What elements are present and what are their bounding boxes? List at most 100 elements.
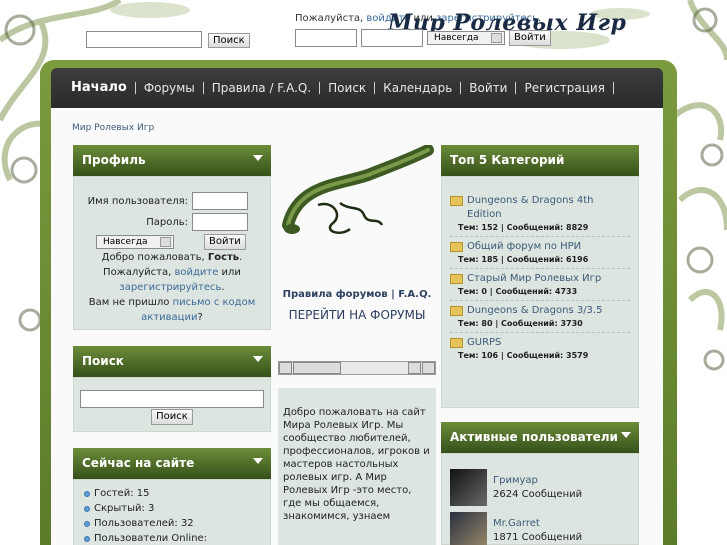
profile-panel-title: Профиль bbox=[82, 153, 146, 167]
category-link[interactable]: Dungeons & Dragons 4th Edition bbox=[467, 194, 630, 222]
period-text: . bbox=[221, 282, 225, 293]
category-stats: Тем: 80 | Сообщений: 3730 bbox=[458, 319, 583, 328]
remember-row: Навсегда Войти bbox=[74, 234, 270, 250]
search-panel-header[interactable]: Поиск bbox=[73, 346, 271, 377]
list-item: Скрытый: 3 bbox=[84, 501, 270, 516]
user-name-link[interactable]: Mr.Garret bbox=[493, 517, 582, 531]
user-name-link[interactable]: Гримуар bbox=[493, 474, 582, 488]
category-link[interactable]: Старый Мир Ролевых Игр bbox=[467, 272, 601, 286]
list-item: Гримуар 2624 Сообщений bbox=[442, 466, 638, 509]
or-text: или bbox=[218, 267, 241, 278]
profile-panel-header[interactable]: Профиль bbox=[73, 145, 271, 176]
nav-item-register[interactable]: Регистрация bbox=[516, 82, 614, 94]
search-panel: Поиск Поиск bbox=[73, 346, 271, 432]
password-row: Пароль: bbox=[74, 213, 248, 231]
online-panel-header[interactable]: Сейчас на сайте bbox=[73, 448, 271, 479]
header-remember-value: Навсегда bbox=[434, 33, 479, 43]
rules-faq-link[interactable]: Правила форумов | F.A.Q. bbox=[278, 288, 436, 301]
list-item: Mr.Garret 1871 Сообщений bbox=[442, 509, 638, 545]
active-users-panel: Активные пользователи Гримуар 2624 Сообщ… bbox=[441, 422, 639, 545]
profile-panel: Профиль Имя пользователя: Пароль: Навсег… bbox=[73, 145, 271, 330]
category-stats: Тем: 106 | Сообщений: 3579 bbox=[458, 351, 589, 360]
user-posts: 1871 Сообщений bbox=[493, 531, 583, 543]
go-to-forums-link[interactable]: ПЕРЕЙТИ НА ФОРУМЫ bbox=[278, 309, 436, 322]
search-panel-input[interactable] bbox=[80, 390, 264, 408]
bullet-icon bbox=[84, 535, 90, 542]
chevron-down-icon bbox=[491, 33, 502, 43]
profile-panel-body: Имя пользователя: Пароль: Навсегда Войти… bbox=[73, 176, 271, 330]
profile-register-link[interactable]: зарегистрируйтесь bbox=[119, 282, 221, 293]
online-list: Гостей: 15 Скрытый: 3 Пользователей: 32 … bbox=[74, 480, 270, 545]
header-remember-select[interactable]: Навсегда bbox=[427, 31, 505, 45]
category-stats: Тем: 152 | Сообщений: 8829 bbox=[458, 223, 589, 232]
list-item: Пользователей: 32 bbox=[84, 516, 270, 531]
nav-item-rules[interactable]: Правила / F.A.Q. bbox=[204, 82, 321, 94]
remember-select[interactable]: Навсегда bbox=[96, 235, 174, 249]
scroll-left-icon[interactable] bbox=[279, 362, 292, 374]
category-link[interactable]: Dungeons & Dragons 3/3.5 bbox=[467, 304, 602, 318]
nav-item-home[interactable]: Начало bbox=[71, 81, 136, 94]
category-link[interactable]: Общий форум по НРИ bbox=[467, 240, 581, 254]
profile-welcome-text: Добро пожаловать, Гость. Пожалуйста, вой… bbox=[74, 250, 270, 325]
online-panel-title: Сейчас на сайте bbox=[82, 456, 195, 470]
header-search: Поиск bbox=[86, 31, 250, 48]
search-panel-button[interactable]: Поиск bbox=[151, 409, 193, 425]
chevron-down-icon bbox=[160, 237, 171, 247]
scroll-right-icon[interactable] bbox=[408, 362, 421, 374]
online-guests: Гостей: 15 bbox=[94, 488, 150, 499]
category-stats: Тем: 0 | Сообщений: 4733 bbox=[458, 287, 578, 296]
avatar[interactable] bbox=[450, 512, 487, 545]
active-users-header[interactable]: Активные пользователи bbox=[441, 422, 639, 453]
password-label: Пароль: bbox=[146, 216, 188, 228]
folder-icon bbox=[450, 306, 463, 316]
carousel-scrollbar[interactable] bbox=[278, 361, 436, 375]
list-item: Гостей: 15 bbox=[84, 486, 270, 501]
bullet-icon bbox=[84, 490, 90, 497]
username-input[interactable] bbox=[192, 192, 248, 210]
top-categories-title: Топ 5 Категорий bbox=[450, 153, 565, 167]
list-item: Dungeons & Dragons 3/3.5 Тем: 80 | Сообщ… bbox=[450, 301, 630, 333]
folder-icon bbox=[450, 196, 463, 206]
nav-item-forums[interactable]: Форумы bbox=[136, 82, 204, 94]
main-nav: Начало Форумы Правила / F.A.Q. Поиск Кал… bbox=[51, 68, 663, 108]
nav-item-search[interactable]: Поиск bbox=[320, 82, 376, 94]
collapse-icon[interactable] bbox=[253, 356, 263, 362]
collapse-icon[interactable] bbox=[253, 155, 263, 161]
profile-login-button[interactable]: Войти bbox=[204, 234, 246, 250]
nav-item-calendar[interactable]: Календарь bbox=[375, 82, 462, 94]
collapse-icon[interactable] bbox=[621, 432, 631, 438]
list-item: Dungeons & Dragons 4th Edition Тем: 152 … bbox=[450, 191, 630, 237]
collapse-icon[interactable] bbox=[253, 458, 263, 464]
bullet-icon bbox=[84, 505, 90, 512]
header-username-input[interactable] bbox=[295, 29, 357, 47]
top-categories-panel: Топ 5 Категорий Dungeons & Dragons 4th E… bbox=[441, 145, 639, 408]
nav-item-login[interactable]: Войти bbox=[461, 82, 517, 94]
active-users-body: Гримуар 2624 Сообщений Mr.Garret 1871 Со… bbox=[441, 453, 639, 545]
list-item: GURPS Тем: 106 | Сообщений: 3579 bbox=[450, 333, 630, 364]
online-hidden: Скрытый: 3 bbox=[94, 503, 155, 514]
top-categories-header: Топ 5 Категорий bbox=[441, 145, 639, 176]
scroll-end-icon[interactable] bbox=[422, 362, 435, 374]
header-search-button[interactable]: Поиск bbox=[208, 33, 250, 48]
header-login-form: Навсегда Войти bbox=[295, 29, 551, 47]
header-search-input[interactable] bbox=[86, 31, 202, 48]
activation-prefix: Вам не пришло bbox=[88, 297, 173, 308]
welcome-text: Добро пожаловать на сайт Мира Ролевых Иг… bbox=[278, 388, 436, 545]
list-item: Старый Мир Ролевых Игр Тем: 0 | Сообщени… bbox=[450, 269, 630, 301]
breadcrumb[interactable]: Мир Ролевых Игр bbox=[72, 123, 154, 133]
list-item: Пользователи Online: bbox=[84, 531, 270, 545]
profile-login-link[interactable]: войдите bbox=[174, 267, 218, 278]
please-text: Пожалуйста, bbox=[103, 267, 175, 278]
login-hint-prefix: Пожалуйста, bbox=[295, 13, 367, 24]
welcome-suffix: . bbox=[239, 252, 243, 263]
category-link[interactable]: GURPS bbox=[467, 336, 501, 350]
online-panel: Сейчас на сайте Гостей: 15 Скрытый: 3 По… bbox=[73, 448, 271, 545]
header-password-input[interactable] bbox=[361, 29, 423, 47]
header-login-button[interactable]: Войти bbox=[509, 30, 551, 46]
avatar[interactable] bbox=[450, 469, 487, 506]
password-input[interactable] bbox=[192, 213, 248, 231]
guest-name: Гость bbox=[207, 252, 240, 263]
folder-icon bbox=[450, 338, 463, 348]
scroll-thumb[interactable] bbox=[293, 362, 341, 374]
online-panel-body: Гостей: 15 Скрытый: 3 Пользователей: 32 … bbox=[73, 479, 271, 545]
